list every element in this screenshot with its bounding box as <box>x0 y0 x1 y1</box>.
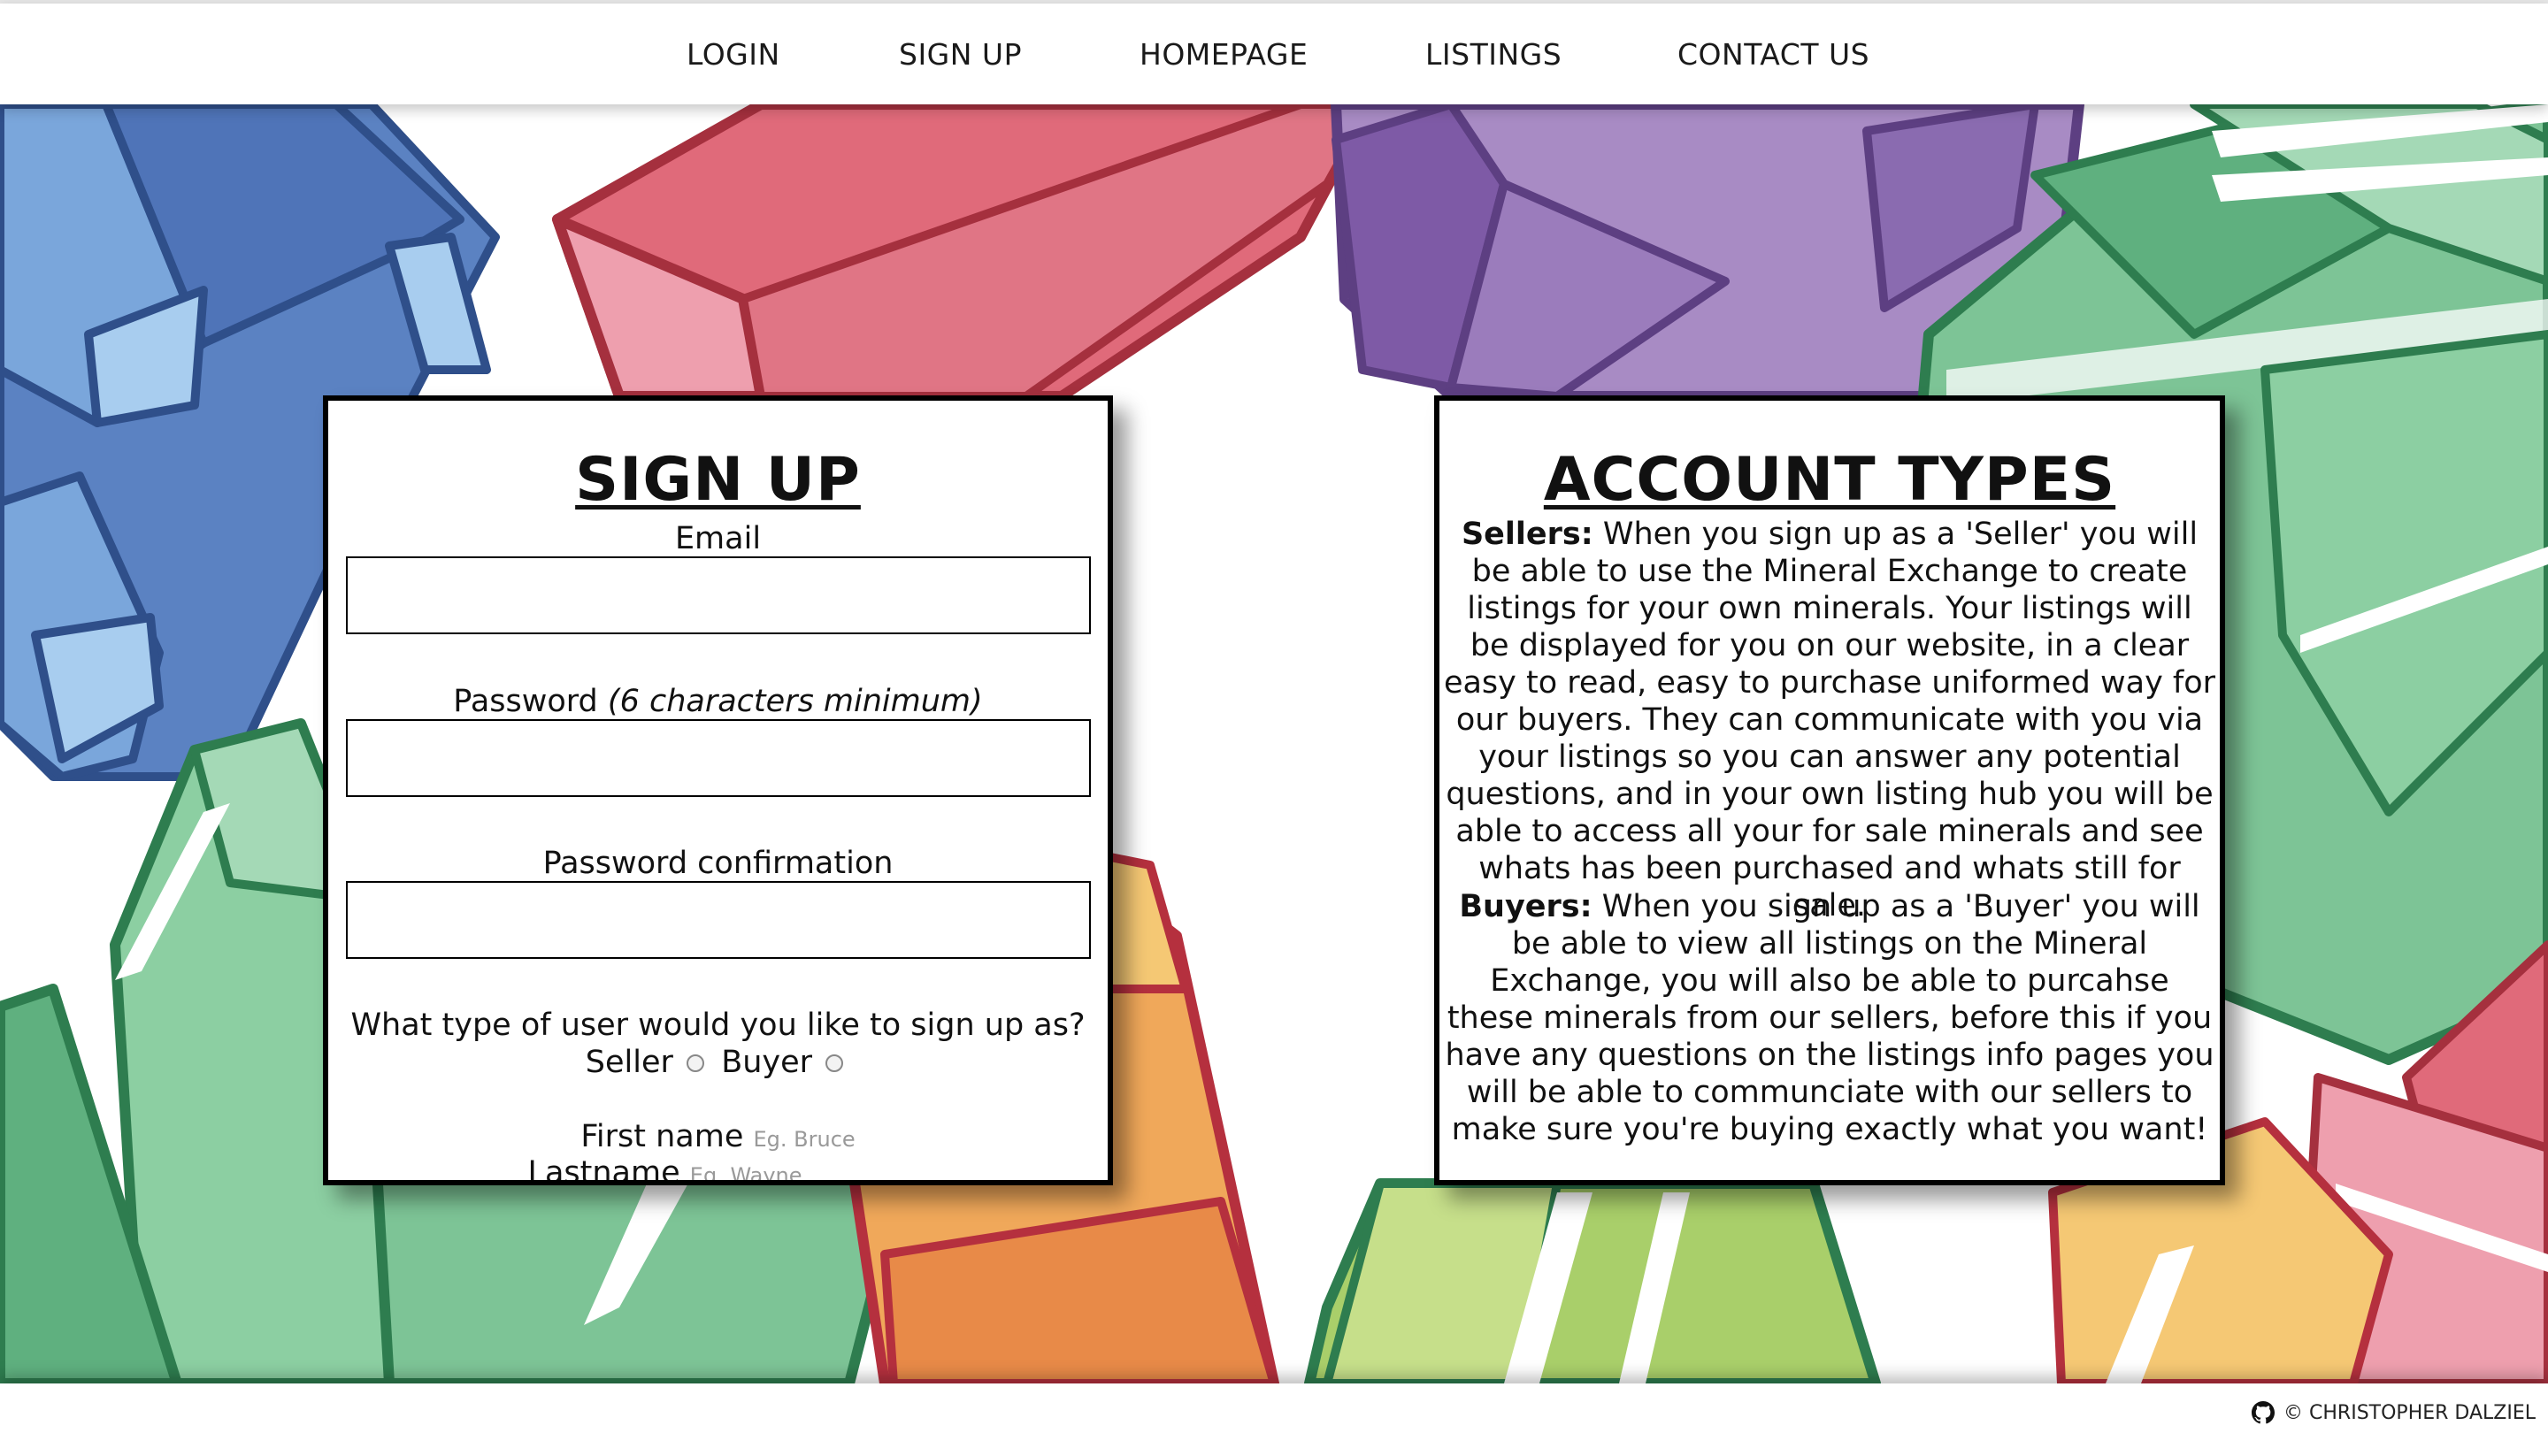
password-input[interactable] <box>348 721 1093 797</box>
nav-listings[interactable]: LISTINGS <box>1425 37 1562 72</box>
first-name-label: First name <box>580 1119 744 1154</box>
account-types-title: ACCOUNT TYPES <box>1543 445 2116 515</box>
first-name-row: First name Eg. Bruce <box>328 1119 1108 1154</box>
user-type-options: Seller Buyer <box>328 1045 1108 1080</box>
nav-signup[interactable]: SIGN UP <box>899 37 1022 72</box>
buyers-description: Buyers: When you sign up as a 'Buyer' yo… <box>1439 888 2220 1148</box>
last-name-label: Lastname <box>527 1155 680 1185</box>
nav-login[interactable]: LOGIN <box>687 37 780 72</box>
buyers-heading: Buyers: <box>1459 889 1592 924</box>
main-nav: LOGIN SIGN UP HOMEPAGE LISTINGS CONTACT … <box>0 4 2548 104</box>
seller-label: Seller <box>585 1045 673 1080</box>
password-confirm-label: Password confirmation <box>542 846 894 881</box>
footer-credit: © CHRISTOPHER DALZIEL <box>2252 1401 2536 1424</box>
github-icon[interactable] <box>2252 1401 2276 1424</box>
last-name-input[interactable]: Eg. Wayne <box>690 1163 802 1180</box>
sellers-heading: Sellers: <box>1461 517 1593 552</box>
buyer-label: Buyer <box>721 1045 813 1080</box>
account-types-panel: ACCOUNT TYPES Sellers: When you sign up … <box>1434 395 2225 1185</box>
first-name-input[interactable]: Eg. Bruce <box>754 1127 856 1152</box>
sellers-description: Sellers: When you sign up as a 'Seller' … <box>1439 516 2220 924</box>
last-name-row: Lastname Eg. Wayne <box>328 1155 1055 1185</box>
signup-title: SIGN UP <box>575 445 861 515</box>
signup-panel: SIGN UP Email Password (6 characters min… <box>323 395 1113 1185</box>
password-confirm-field[interactable] <box>346 881 1093 959</box>
seller-radio[interactable] <box>687 1054 705 1072</box>
buyer-radio[interactable] <box>825 1054 844 1072</box>
email-label: Email <box>674 521 762 556</box>
email-input[interactable] <box>348 558 1093 634</box>
email-field[interactable] <box>346 556 1093 634</box>
password-label: Password <box>453 684 598 719</box>
password-label-row: Password (6 characters minimum) <box>328 684 1108 719</box>
nav-contact-us[interactable]: CONTACT US <box>1677 37 1869 72</box>
buyers-text: When you sign up as a 'Buyer' you will b… <box>1445 889 2214 1147</box>
password-hint: (6 characters minimum) <box>607 684 983 719</box>
password-field[interactable] <box>346 719 1093 797</box>
user-type-question: What type of user would you like to sign… <box>350 1008 1086 1043</box>
password-confirm-input[interactable] <box>348 883 1093 959</box>
footer: © CHRISTOPHER DALZIEL <box>0 1383 2548 1456</box>
sellers-text: When you sign up as a 'Seller' you will … <box>1443 517 2216 923</box>
nav-homepage[interactable]: HOMEPAGE <box>1140 37 1308 72</box>
footer-credit-text: © CHRISTOPHER DALZIEL <box>2283 1401 2536 1424</box>
